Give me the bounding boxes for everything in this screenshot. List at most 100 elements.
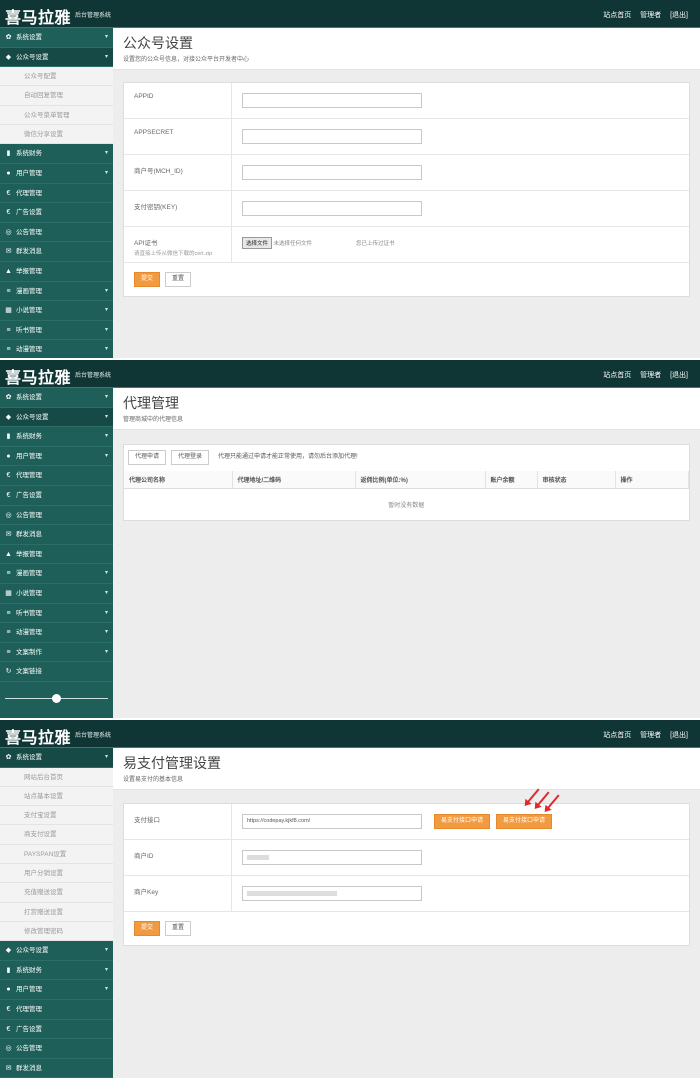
column-header[interactable]: 代理地址/二维码 (232, 471, 356, 489)
sidebar-item[interactable]: ≡ 漫画管理 ▾ (0, 282, 113, 302)
sidebar-item[interactable]: ▲ 举报管理 (0, 545, 113, 565)
pay-key-input[interactable] (242, 201, 422, 216)
column-header[interactable]: 代理公司名称 (124, 471, 233, 489)
sidebar-item[interactable]: € 代理管理 (0, 1000, 113, 1020)
sidebar-item[interactable]: ● 用户管理 ▾ (0, 447, 113, 467)
reset-button[interactable]: 重置 (164, 921, 191, 936)
sidebar-subitem[interactable]: 微信分享设置 (0, 125, 113, 145)
column-header[interactable]: 操作 (615, 471, 689, 489)
sidebar-item-wechat-settings[interactable]: ◆ 公众号设置 ▾ (0, 47, 113, 68)
topbar: 喜马拉雅 后台管理系统 站点首页 管理者 [退出] (0, 0, 700, 28)
chevron-down-icon: ▾ (104, 433, 108, 440)
sidebar-subitem[interactable]: 公众号配置 (0, 67, 113, 87)
sidebar-subitem[interactable]: 修改管理密码 (0, 921, 113, 942)
column-header[interactable]: 返佣比例(单位:%) (355, 471, 486, 489)
submit-button[interactable]: 提交 (134, 272, 161, 287)
sidebar-item[interactable]: ▮ 系统财务 ▾ (0, 427, 113, 447)
sidebar-item[interactable]: ◎ 公告管理 (0, 1039, 113, 1059)
sidebar-item-label: 群发消息 (16, 248, 42, 256)
logout-link[interactable]: [退出] (670, 732, 688, 739)
choose-file-button[interactable]: 选择文件 (242, 237, 273, 249)
sidebar-item[interactable]: € 广告设置 (0, 203, 113, 223)
sidebar-subitem[interactable]: 网站后台首页 (0, 767, 113, 787)
sidebar-item[interactable]: € 代理管理 (0, 184, 113, 204)
sidebar-item[interactable]: € 代理管理 (0, 466, 113, 486)
sidebar-item[interactable]: ✉ 群发消息 (0, 525, 113, 545)
envelope-icon: ✉ (5, 248, 12, 256)
sidebar-item-label: 用户管理 (16, 169, 42, 177)
sidebar-item[interactable]: ✉ 群发消息 (0, 1059, 113, 1078)
sidebar-subitem[interactable]: PAYSPAN设置 (0, 844, 113, 865)
sidebar-item-system-settings[interactable]: ✿ 系统设置 ▾ (0, 748, 113, 768)
site-home-link[interactable]: 站点首页 (603, 12, 631, 19)
user-icon: ● (6, 452, 11, 460)
sidebar-item[interactable]: ▦ 小说管理 ▾ (0, 301, 113, 321)
sidebar-item[interactable]: ▦ 小说管理 ▾ (0, 584, 113, 604)
sidebar-item[interactable]: € 广告设置 (0, 1020, 113, 1040)
cert-status: 您已上传过证书 (356, 241, 395, 247)
appid-input[interactable] (242, 93, 422, 108)
sidebar-item[interactable]: ◆ 公众号设置 ▾ (0, 941, 113, 961)
sidebar-subitem[interactable]: 自动回复管理 (0, 86, 113, 106)
column-header[interactable]: 账户余额 (485, 471, 538, 489)
admin-link[interactable]: 管理者 (640, 12, 661, 19)
chevron-down-icon: ▾ (104, 287, 108, 294)
column-header[interactable]: 审核状态 (537, 471, 616, 489)
merchant-key-input[interactable] (242, 886, 422, 901)
sidebar-item[interactable]: ◆ 公众号设置 ▾ (0, 407, 113, 428)
sidebar-item[interactable]: € 广告设置 (0, 486, 113, 506)
sidebar-subitem[interactable]: 商支付设置 (0, 825, 113, 845)
sidebar-item-label: 文案制作 (16, 648, 42, 656)
sidebar-subitem[interactable]: 充值赠送设置 (0, 883, 113, 903)
sidebar-item[interactable]: ● 用户管理 ▾ (0, 980, 113, 1001)
slider-handle[interactable] (52, 693, 61, 703)
interface-url-input[interactable]: https://codepay.kjkf8.com/ (242, 814, 422, 829)
mch-id-input[interactable] (242, 165, 422, 180)
chevron-down-icon: ▾ (104, 346, 108, 353)
page-title: 易支付管理设置 (123, 755, 221, 771)
sidebar-item[interactable]: ↻ 文案链接 (0, 662, 113, 682)
sidebar-item[interactable]: ✉ 群发消息 (0, 242, 113, 262)
site-home-link[interactable]: 站点首页 (603, 372, 631, 379)
admin-link[interactable]: 管理者 (640, 372, 661, 379)
brand-logo: 喜马拉雅 (5, 728, 72, 747)
logout-link[interactable]: [退出] (670, 372, 688, 379)
sidebar-item[interactable]: ≡ 文案制作 ▾ (0, 643, 113, 663)
epay-apply-button-b[interactable]: 易支付接口申请 (496, 814, 553, 829)
sidebar-item[interactable]: ≡ 听书管理 ▾ (0, 321, 113, 341)
sidebar-item[interactable]: ▲ 举报管理 (0, 262, 113, 282)
reset-button[interactable]: 重置 (164, 272, 191, 287)
agent-login-tab[interactable]: 代理登录 (170, 450, 209, 465)
appsecret-input[interactable] (242, 129, 422, 144)
sidebar-item[interactable]: ≡ 听书管理 ▾ (0, 604, 113, 624)
sidebar-subitem[interactable]: 用户分销设置 (0, 864, 113, 884)
epay-apply-button-a[interactable]: 易支付接口申请 (434, 814, 491, 829)
sidebar-item-label: 文案链接 (16, 668, 42, 676)
sidebar-subitem[interactable]: 打赏赠送设置 (0, 902, 113, 922)
logout-link[interactable]: [退出] (670, 12, 688, 19)
sidebar-subitem[interactable]: 站点基本设置 (0, 786, 113, 807)
field-label: APPSECRET (124, 119, 232, 154)
merchant-id-input[interactable] (242, 850, 422, 865)
sidebar-item[interactable]: ◎ 公告管理 (0, 506, 113, 526)
site-home-link[interactable]: 站点首页 (603, 732, 631, 739)
sidebar-item[interactable]: ✿ 系统设置 ▾ (0, 388, 113, 408)
sidebar-item-label: 公众号设置 (16, 53, 49, 61)
sidebar-item[interactable]: ◎ 公告管理 (0, 223, 113, 243)
sidebar-item[interactable]: ● 用户管理 ▾ (0, 164, 113, 184)
sidebar-subitem[interactable]: 公众号菜单管理 (0, 105, 113, 126)
sidebar-subitem[interactable]: 支付宝设置 (0, 806, 113, 826)
warning-icon: ▲ (5, 550, 12, 558)
epay-settings-form: 支付接口 https://codepay.kjkf8.com/ 易支付接口申请 … (123, 788, 690, 946)
sidebar-item[interactable]: ≡ 动漫管理 ▾ (0, 623, 113, 643)
sidebar-item[interactable]: ▮ 系统财务 ▾ (0, 144, 113, 164)
submit-button[interactable]: 提交 (134, 921, 161, 936)
sidebar-item-system-settings[interactable]: ✿ 系统设置 ▾ (0, 28, 113, 48)
zoom-slider[interactable] (0, 682, 113, 714)
sidebar-item[interactable]: ▮ 系统财务 ▾ (0, 961, 113, 981)
sidebar-item[interactable]: ≡ 动漫管理 ▾ (0, 340, 113, 358)
admin-link[interactable]: 管理者 (640, 732, 661, 739)
sidebar-item[interactable]: ≡ 漫画管理 ▾ (0, 564, 113, 584)
agent-apply-tab[interactable]: 代理申请 (128, 450, 167, 465)
sidebar: ✿ 系统设置 ▾ ◆ 公众号设置 ▾ 公众号配置 自动回复管理 公众号菜单管理 … (0, 28, 113, 358)
